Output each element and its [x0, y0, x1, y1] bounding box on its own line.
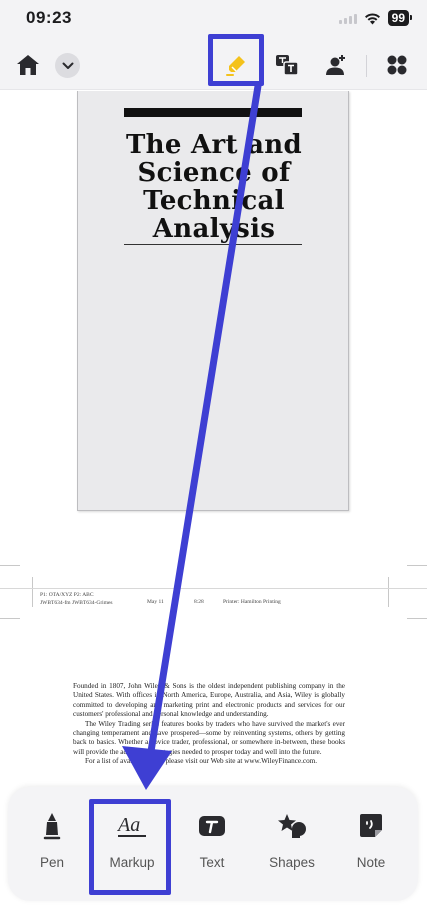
cellular-signal-icon [338, 12, 357, 24]
highlighter-highlight-box [208, 34, 264, 86]
publisher-text: Founded in 1807, John Wiley & Sons is th… [73, 682, 345, 767]
slug-codes: P1: OTA/XYZ P2: ABC JWBT634-fm JWBT634-G… [40, 591, 113, 607]
pen-label: Pen [39, 855, 65, 870]
status-time: 09:23 [26, 8, 72, 27]
slug-time: 8:28 [194, 599, 204, 605]
status-icons: 99 [338, 10, 413, 26]
note-label: Note [356, 855, 386, 870]
slug-printer: Printer: Hamilton Printing [223, 599, 281, 605]
document-viewer[interactable]: The Art and Science of Technical Analysi… [0, 91, 427, 781]
cover-top-bar [124, 108, 302, 117]
chevron-down-icon[interactable] [55, 53, 80, 78]
book-cover-page: The Art and Science of Technical Analysi… [77, 91, 349, 511]
note-tool[interactable]: Note [336, 811, 406, 881]
shapes-icon [277, 811, 307, 841]
crop-mark [0, 618, 20, 619]
slug-date: May 11 [147, 599, 164, 605]
person-plus-icon[interactable] [323, 52, 349, 78]
note-icon [356, 811, 386, 841]
translate-icon[interactable] [274, 52, 300, 78]
crop-mark [0, 565, 20, 566]
markup-highlight-box [89, 799, 171, 895]
text-box-icon [197, 811, 227, 841]
text-tool[interactable]: Text [177, 811, 247, 881]
annotation-tool-panel: Pen Aa Markup Text Shapes Note [8, 787, 418, 901]
paragraph-3: For a list of available titles, please v… [85, 757, 318, 766]
text-label: Text [199, 855, 225, 870]
crop-mark [407, 565, 427, 566]
paragraph-1: Founded in 1807, John Wiley & Sons is th… [73, 682, 345, 719]
wifi-icon [364, 12, 380, 24]
pen-tool[interactable]: Pen [17, 811, 87, 881]
slug-line-1: P1: OTA/XYZ P2: ABC [40, 592, 94, 598]
cover-rule [124, 244, 302, 245]
battery-indicator: 99 [387, 10, 413, 26]
grid-icon[interactable] [384, 52, 410, 78]
home-icon[interactable] [15, 52, 41, 78]
shapes-tool[interactable]: Shapes [257, 811, 327, 881]
crop-mark [407, 618, 427, 619]
pen-icon [37, 811, 67, 841]
toolbar-divider [366, 55, 367, 77]
paragraph-2: The Wiley Trading series features books … [73, 719, 345, 756]
shapes-label: Shapes [269, 855, 315, 870]
slug-line-2: JWBT634-fm JWBT634-Grimes [40, 600, 113, 606]
cover-title: The Art and Science of Technical Analysi… [125, 130, 302, 244]
